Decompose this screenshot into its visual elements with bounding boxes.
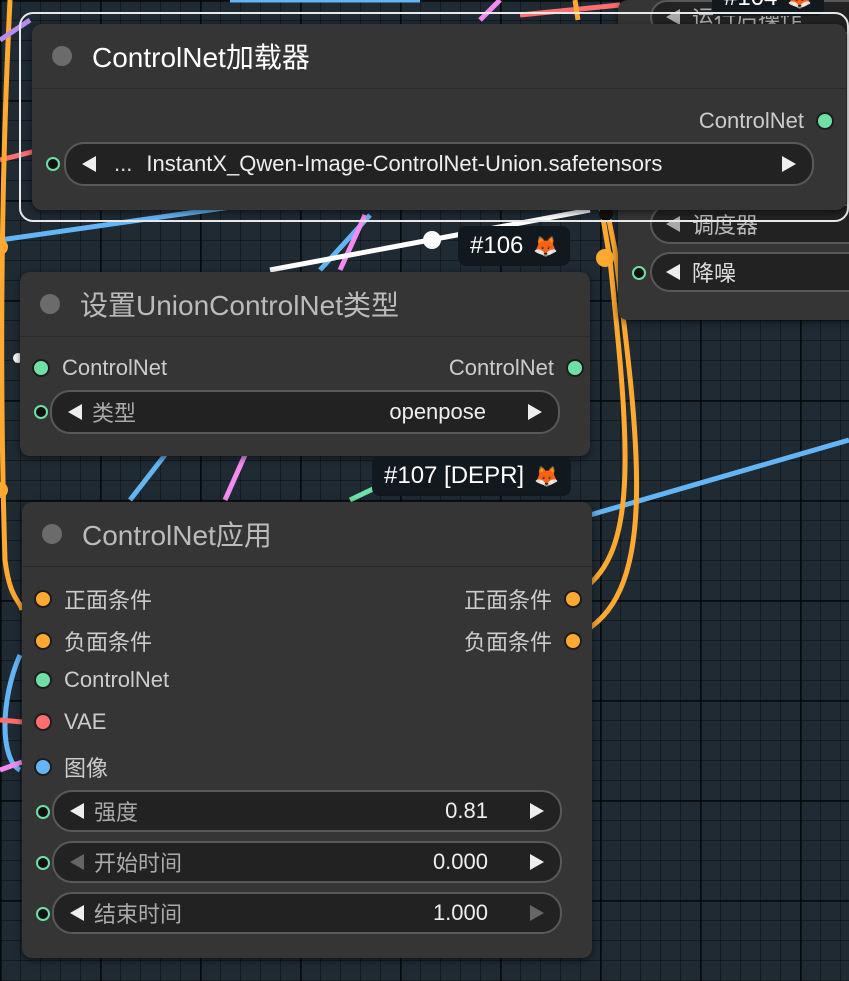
model-name-value: InstantX_Qwen-Image-ControlNet-Union.saf… xyxy=(146,151,663,176)
output-socket[interactable] xyxy=(816,112,834,130)
output-slot-positive[interactable]: 正面条件 xyxy=(464,583,582,615)
link-pink-b xyxy=(222,453,248,502)
output-socket[interactable] xyxy=(564,632,582,650)
model-name-combo[interactable]: ... InstantX_Qwen-Image-ControlNet-Union… xyxy=(64,142,814,186)
left-arrow-icon[interactable] xyxy=(66,902,88,924)
link-blue-left xyxy=(2,653,23,773)
input-socket[interactable] xyxy=(34,758,52,776)
node-title-bar[interactable]: ControlNet加载器 xyxy=(32,24,846,89)
node-title: ControlNet应用 xyxy=(82,520,272,551)
link-vae-left xyxy=(0,717,23,725)
node-title-bar[interactable]: 设置UnionControlNet类型 xyxy=(20,272,590,337)
controlnet-loader-node[interactable]: ControlNet加载器 ControlNet ... InstantX_Qw… xyxy=(32,24,846,210)
node-id-badge-107: #107 [DEPR] 🦊 xyxy=(372,456,571,496)
left-arrow-icon[interactable] xyxy=(66,851,88,873)
right-arrow-icon[interactable] xyxy=(524,401,546,423)
widget-socket[interactable] xyxy=(46,157,60,171)
right-arrow-icon[interactable] xyxy=(526,902,548,924)
union-type-combo[interactable]: 类型 openpose xyxy=(50,390,560,434)
input-slot-positive[interactable]: 正面条件 xyxy=(34,583,152,615)
input-label: 负面条件 xyxy=(64,630,153,655)
output-label: 正面条件 xyxy=(463,588,552,613)
input-slot-vae[interactable]: VAE xyxy=(34,709,106,735)
link-blue-b xyxy=(128,453,167,502)
collapse-dot-icon[interactable] xyxy=(42,524,62,544)
output-slot-negative[interactable]: 负面条件 xyxy=(464,625,582,657)
input-socket[interactable] xyxy=(32,359,50,377)
input-label: ControlNet xyxy=(62,355,168,380)
input-socket[interactable] xyxy=(34,671,52,689)
input-socket[interactable] xyxy=(34,632,52,650)
node-id-badge-106: #106 🦊 xyxy=(458,226,571,266)
output-label: 负面条件 xyxy=(463,630,552,655)
widget-value: 1.000 xyxy=(432,900,488,925)
widget-socket[interactable] xyxy=(36,805,50,819)
left-arrow-icon[interactable] xyxy=(66,800,88,822)
right-arrow-icon[interactable] xyxy=(526,851,548,873)
widget-socket[interactable] xyxy=(36,856,50,870)
output-slot-controlnet[interactable]: ControlNet xyxy=(449,355,584,381)
right-arrow-icon[interactable] xyxy=(778,153,800,175)
side-widget-label: 降噪 xyxy=(692,261,737,286)
fox-icon: 🦊 xyxy=(534,465,559,488)
node-title-bar[interactable]: ControlNet应用 xyxy=(22,502,592,567)
input-label: ControlNet xyxy=(64,667,170,692)
side-widget-denoise[interactable]: 降噪 xyxy=(650,252,849,292)
widget-socket[interactable] xyxy=(36,907,50,921)
widget-label: 强度 xyxy=(94,800,139,825)
widget-socket[interactable] xyxy=(34,405,48,419)
output-socket[interactable] xyxy=(564,590,582,608)
input-label: VAE xyxy=(64,709,107,734)
output-label: ControlNet xyxy=(698,108,804,133)
input-slot-image[interactable]: 图像 xyxy=(34,751,108,783)
left-arrow-icon[interactable] xyxy=(64,401,86,423)
collapse-dot-icon[interactable] xyxy=(40,294,60,314)
input-socket[interactable] xyxy=(34,713,52,731)
input-label: 正面条件 xyxy=(64,588,153,613)
right-arrow-icon[interactable] xyxy=(526,800,548,822)
input-socket[interactable] xyxy=(34,590,52,608)
left-arrow-icon[interactable] xyxy=(78,153,100,175)
output-socket[interactable] xyxy=(566,359,584,377)
input-label: 图像 xyxy=(64,756,109,781)
node-title: ControlNet加载器 xyxy=(92,42,310,73)
union-type-value: openpose xyxy=(389,399,486,424)
output-slot-controlnet[interactable]: ControlNet xyxy=(699,108,834,134)
input-slot-controlnet[interactable]: ControlNet xyxy=(32,355,167,381)
combo-ellipsis: ... xyxy=(114,151,133,176)
union-type-label: 类型 xyxy=(92,401,137,426)
widget-label: 结束时间 xyxy=(94,902,183,927)
set-union-controlnet-type-node[interactable]: 设置UnionControlNet类型 ControlNet ControlNe… xyxy=(20,272,590,456)
link-image-right xyxy=(589,437,849,518)
start-percent-widget[interactable]: 开始时间 0.000 xyxy=(52,841,562,883)
widget-label: 开始时间 xyxy=(94,851,183,876)
left-arrow-icon[interactable] xyxy=(662,261,684,283)
end-percent-widget[interactable]: 结束时间 1.000 xyxy=(52,892,562,934)
fox-icon: 🦊 xyxy=(533,235,559,258)
strength-number-widget[interactable]: 强度 0.81 xyxy=(52,790,562,832)
collapse-dot-icon[interactable] xyxy=(52,46,72,66)
output-label: ControlNet xyxy=(448,355,554,380)
fox-icon: 🦊 xyxy=(787,0,812,11)
node-title: 设置UnionControlNet类型 xyxy=(80,290,399,321)
controlnet-apply-node[interactable]: ControlNet应用 正面条件 负面条件 ControlNet VAE 图像… xyxy=(22,502,592,958)
input-slot-negative[interactable]: 负面条件 xyxy=(34,625,152,657)
widget-value: 0.000 xyxy=(432,849,488,874)
widget-socket[interactable] xyxy=(632,266,646,280)
widget-value: 0.81 xyxy=(445,798,488,823)
input-slot-controlnet[interactable]: ControlNet xyxy=(34,667,169,693)
